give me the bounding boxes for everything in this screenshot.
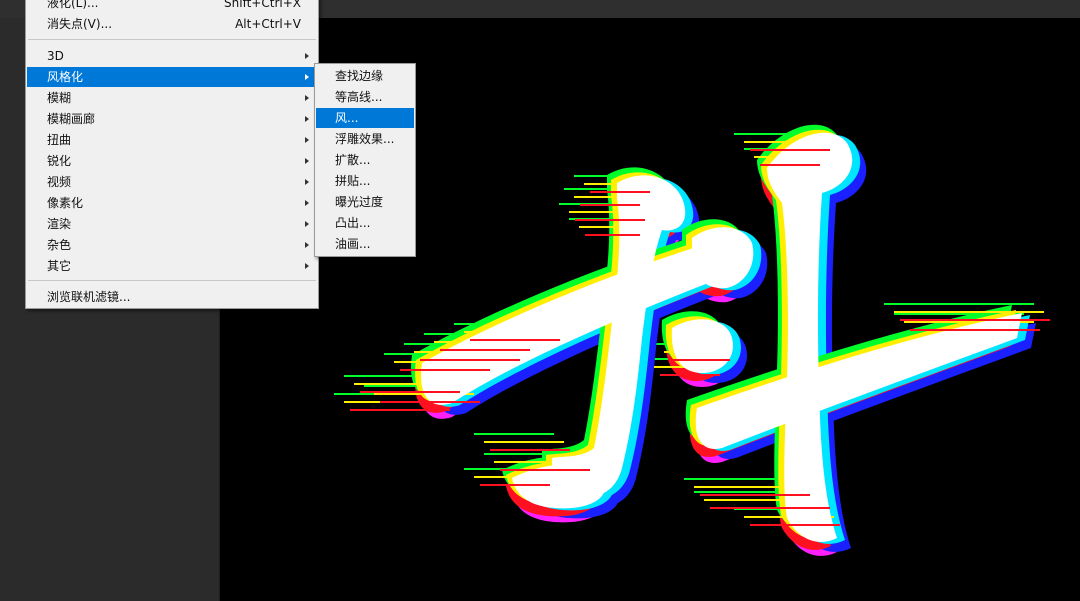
- menu-item-video[interactable]: 视频: [27, 172, 317, 192]
- submenu-arrow-icon: [305, 137, 309, 143]
- submenu-item-wind[interactable]: 风...: [316, 108, 414, 128]
- submenu-item-extrude[interactable]: 凸出...: [316, 213, 414, 233]
- menu-item-label: 模糊画廊: [47, 112, 96, 126]
- menu-item-liquify[interactable]: 液化(L)... Shift+Ctrl+X: [27, 0, 317, 13]
- menu-item-label: 油画...: [335, 237, 371, 251]
- menu-item-blur-gallery[interactable]: 模糊画廊: [27, 109, 317, 129]
- menu-item-label: 等高线...: [335, 90, 383, 104]
- menu-item-label: 消失点(V)...: [47, 17, 113, 31]
- menu-item-label: 拼贴...: [335, 174, 371, 188]
- menu-item-label: 视频: [47, 175, 72, 189]
- filter-menu: 液化(L)... Shift+Ctrl+X 消失点(V)... Alt+Ctrl…: [25, 0, 319, 309]
- stylize-submenu: 查找边缘 等高线... 风... 浮雕效果... 扩散... 拼贴... 曝光过…: [314, 63, 416, 257]
- menu-item-label: 其它: [47, 259, 72, 273]
- menu-item-label: 浮雕效果...: [335, 132, 395, 146]
- submenu-arrow-icon: [305, 263, 309, 269]
- submenu-item-oil-paint[interactable]: 油画...: [316, 234, 414, 254]
- menu-item-label: 3D: [47, 49, 64, 63]
- menu-item-label: 浏览联机滤镜...: [47, 290, 131, 304]
- menu-item-other[interactable]: 其它: [27, 256, 317, 276]
- menu-separator: [28, 39, 316, 40]
- menu-item-distort[interactable]: 扭曲: [27, 130, 317, 150]
- submenu-arrow-icon: [305, 95, 309, 101]
- submenu-item-solarize[interactable]: 曝光过度: [316, 192, 414, 212]
- submenu-item-tiles[interactable]: 拼贴...: [316, 171, 414, 191]
- menu-item-pixelate[interactable]: 像素化: [27, 193, 317, 213]
- submenu-arrow-icon: [305, 116, 309, 122]
- menu-item-noise[interactable]: 杂色: [27, 235, 317, 255]
- menu-item-render[interactable]: 渲染: [27, 214, 317, 234]
- menu-item-3d[interactable]: 3D: [27, 46, 317, 66]
- submenu-arrow-icon: [305, 200, 309, 206]
- submenu-item-emboss[interactable]: 浮雕效果...: [316, 129, 414, 149]
- menu-item-shortcut: Alt+Ctrl+V: [235, 17, 301, 31]
- submenu-item-find-edges[interactable]: 查找边缘: [316, 66, 414, 86]
- menu-item-sharpen[interactable]: 锐化: [27, 151, 317, 171]
- menu-item-label: 曝光过度: [335, 195, 384, 209]
- submenu-arrow-icon: [305, 158, 309, 164]
- menu-item-label: 查找边缘: [335, 69, 384, 83]
- submenu-arrow-icon: [305, 74, 309, 80]
- menu-item-browse-online-filters[interactable]: 浏览联机滤镜...: [27, 287, 317, 307]
- menu-item-label: 扩散...: [335, 153, 371, 167]
- submenu-arrow-icon: [305, 221, 309, 227]
- menu-item-label: 风...: [335, 111, 359, 125]
- submenu-arrow-icon: [305, 179, 309, 185]
- submenu-arrow-icon: [305, 53, 309, 59]
- menu-item-label: 扭曲: [47, 133, 72, 147]
- menu-item-label: 杂色: [47, 238, 72, 252]
- submenu-item-diffuse[interactable]: 扩散...: [316, 150, 414, 170]
- menu-item-label: 锐化: [47, 154, 72, 168]
- menu-item-label: 风格化: [47, 70, 84, 84]
- menu-item-label: 液化(L)...: [47, 0, 99, 10]
- menu-item-stylize[interactable]: 风格化: [27, 67, 317, 87]
- menu-item-label: 模糊: [47, 91, 72, 105]
- menu-separator: [28, 280, 316, 281]
- menu-item-shortcut: Shift+Ctrl+X: [224, 0, 301, 10]
- menu-item-blur[interactable]: 模糊: [27, 88, 317, 108]
- menu-item-vanishing-point[interactable]: 消失点(V)... Alt+Ctrl+V: [27, 14, 317, 34]
- menu-item-label: 像素化: [47, 196, 84, 210]
- menu-item-label: 渲染: [47, 217, 72, 231]
- submenu-item-trace-contour[interactable]: 等高线...: [316, 87, 414, 107]
- menu-item-label: 凸出...: [335, 216, 371, 230]
- submenu-arrow-icon: [305, 242, 309, 248]
